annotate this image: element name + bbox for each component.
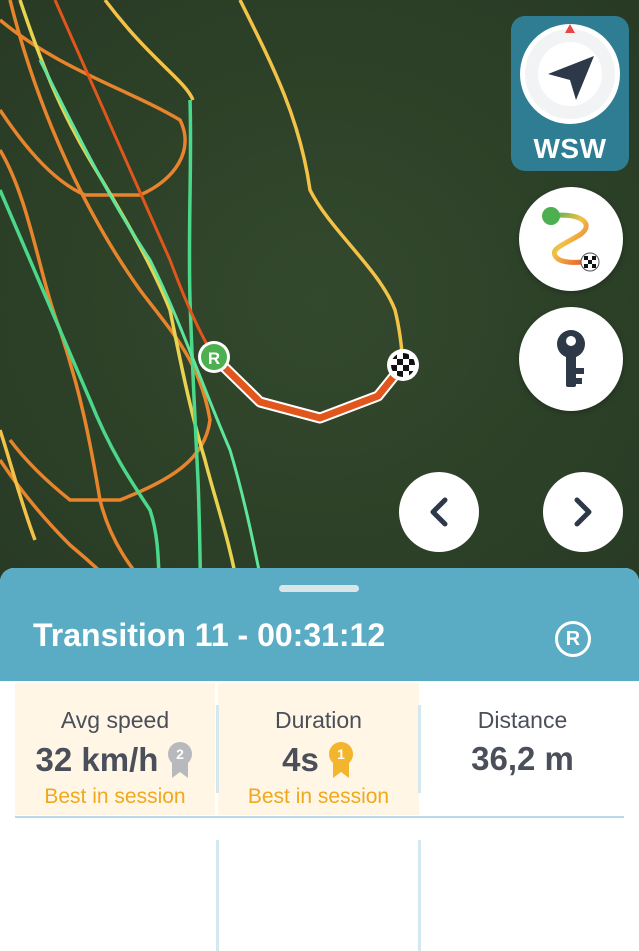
finish-marker-icon	[387, 349, 419, 381]
chevron-right-icon	[574, 497, 592, 527]
silver-medal-icon: 2	[168, 742, 193, 778]
divider	[216, 840, 219, 951]
chevron-left-icon	[430, 497, 448, 527]
divider	[15, 816, 624, 818]
stat-note: Best in session	[247, 785, 390, 808]
compass-button[interactable]: WSW	[511, 16, 629, 171]
divider	[418, 705, 421, 793]
stat-distance: Distance 36,2 m	[421, 683, 624, 815]
next-button[interactable]	[543, 472, 623, 552]
legend-key-button[interactable]	[519, 307, 623, 411]
map-view[interactable]: R WSW	[0, 0, 639, 600]
sheet-header: Transition 11 - 00:31:12 R	[0, 568, 639, 681]
stat-duration: Duration 4s 1 Best in session	[218, 683, 419, 815]
transition-details-sheet: Transition 11 - 00:31:12 R Avg speed 32 …	[0, 568, 639, 951]
key-icon	[557, 330, 585, 387]
divider	[216, 705, 219, 793]
divider	[418, 840, 421, 951]
compass-icon	[520, 24, 620, 124]
track-replay-button[interactable]	[519, 187, 623, 291]
svg-text:2: 2	[177, 746, 185, 762]
stat-value: 36,2 m	[471, 740, 574, 777]
svg-text:1: 1	[337, 746, 345, 762]
start-marker: R	[198, 341, 230, 373]
stat-note: Best in session	[44, 785, 186, 808]
stat-label: Avg speed	[60, 707, 170, 733]
stat-avg-speed: Avg speed 32 km/h 2 Best in session	[15, 683, 215, 815]
start-marker-label: R	[208, 349, 220, 368]
wind-direction-label: WSW	[533, 133, 607, 164]
track-route-icon	[542, 207, 600, 272]
sheet-title: Transition 11 - 00:31:12	[33, 617, 386, 653]
stat-label: Duration	[275, 707, 362, 733]
gold-medal-icon: 1	[328, 742, 353, 778]
stat-value: 32 km/h	[35, 741, 159, 778]
drag-handle[interactable]	[279, 585, 359, 592]
stat-label: Distance	[477, 707, 568, 733]
previous-button[interactable]	[399, 472, 479, 552]
stat-value: 4s	[282, 741, 319, 778]
r-badge: R	[555, 621, 591, 657]
